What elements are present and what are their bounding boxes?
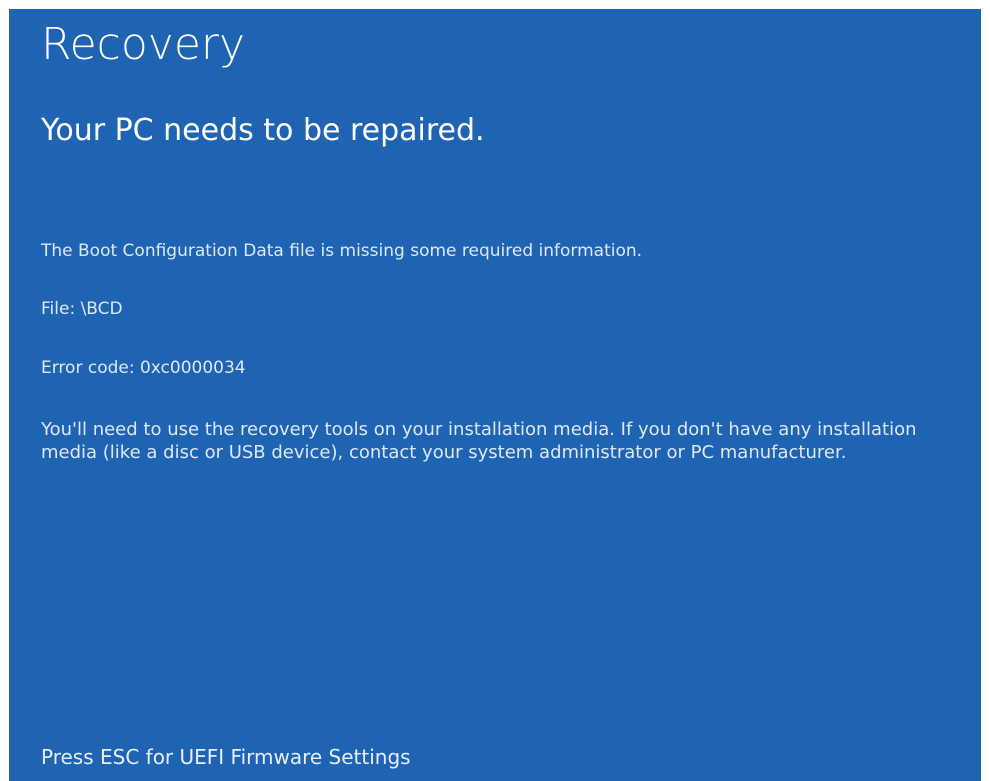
error-message: The Boot Configuration Data file is miss… — [41, 241, 643, 261]
page-subtitle: Your PC needs to be repaired. — [41, 113, 485, 148]
instructions-text: You'll need to use the recovery tools on… — [41, 419, 917, 463]
page-title: Recovery — [41, 19, 246, 70]
file-line: File: \BCD — [41, 299, 123, 319]
error-code-line: Error code: 0xc0000034 — [41, 358, 246, 378]
uefi-settings-prompt[interactable]: Press ESC for UEFI Firmware Settings — [41, 745, 411, 769]
recovery-screen: Recovery Your PC needs to be repaired. T… — [9, 9, 981, 781]
